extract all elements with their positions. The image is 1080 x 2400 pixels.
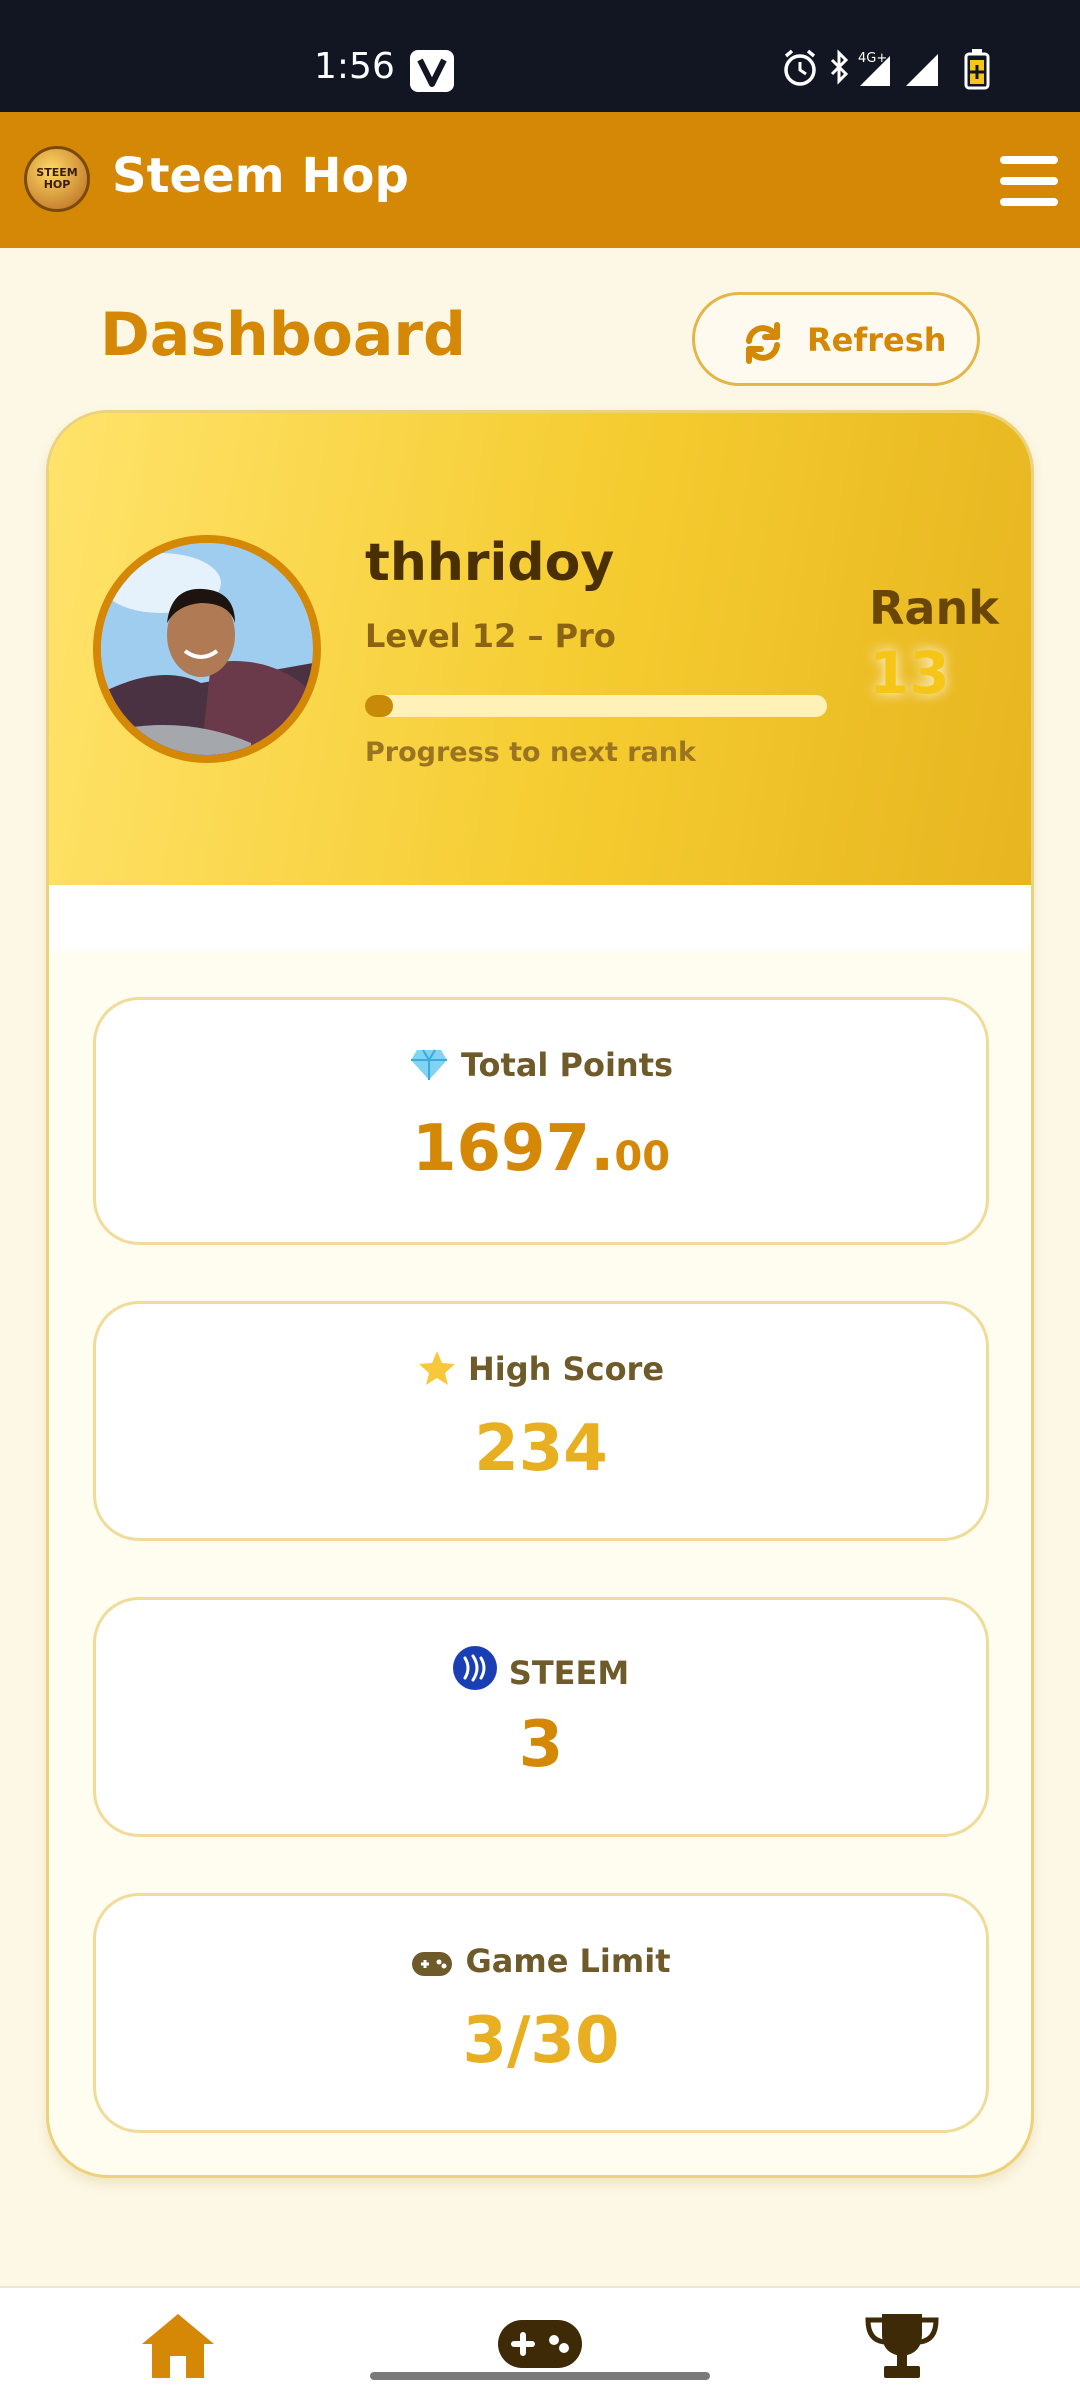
total-points-label-row: Total Points [96,1046,986,1084]
bottom-nav [0,2286,1080,2400]
trophy-icon [865,2314,939,2378]
steem-label-row: STEEM [96,1646,986,1692]
game-limit-value: 3/30 [462,2004,620,2078]
page-title: Dashboard [100,300,466,370]
refresh-label: Refresh [807,321,947,359]
app-logo[interactable]: STEEM HOP [24,146,90,212]
nav-games[interactable] [496,2318,584,2374]
progress-label: Progress to next rank [365,737,696,768]
total-points-value-decimal: 00 [614,1134,671,1180]
alarm-icon [784,49,816,86]
username: thhridoy [365,533,615,593]
avatar-image [101,543,313,755]
profile-divider-band [49,885,1031,951]
steem-label: STEEM [508,1654,630,1692]
nav-home[interactable] [138,2310,218,2386]
nav-leaderboard[interactable] [862,2310,942,2386]
gamepad-icon [498,2320,582,2368]
status-bar: 1:56 4G+ [0,0,1080,112]
total-points-card: Total Points 1697.00 [93,997,989,1245]
level-text: Level 12 – Pro [365,617,616,655]
rank-progress-fill [365,695,393,717]
star-icon [418,1351,455,1385]
home-indicator[interactable] [370,2372,710,2380]
battery-icon [964,49,990,90]
app-title: Steem Hop [112,148,409,204]
rank-value: 13 [869,639,950,707]
high-score-label: High Score [467,1350,665,1388]
app-notification-icon [410,50,454,92]
game-limit-card: Game Limit 3/30 [93,1893,989,2133]
status-icons: 4G+ [780,46,1030,92]
app-header: STEEM HOP Steem Hop [0,112,1080,248]
dashboard-card: thhridoy Level 12 – Pro Progress to next… [46,410,1034,2178]
profile-header: thhridoy Level 12 – Pro Progress to next… [49,413,1031,885]
hamburger-menu-icon[interactable] [1000,156,1058,206]
total-points-value-main: 1697. [411,1112,615,1186]
steem-value: 3 [518,1708,564,1782]
total-points-label: Total Points [460,1046,674,1084]
total-points-value: 1697.00 [96,1112,986,1186]
status-time: 1:56 [314,46,395,87]
home-icon [142,2314,214,2378]
avatar[interactable] [93,535,321,763]
steem-card: STEEM 3 [93,1597,989,1837]
rank-progress-bar [365,695,827,717]
refresh-button[interactable]: Refresh [692,292,980,386]
diamond-icon [410,1049,447,1080]
game-limit-label: Game Limit [465,1942,671,1980]
steem-icon [452,1646,497,1690]
rank-label: Rank [869,581,999,635]
game-limit-label-row: Game Limit [96,1942,986,1980]
bluetooth-icon [830,49,849,85]
high-score-value: 234 [474,1412,608,1486]
refresh-icon [746,322,780,364]
gamepad-icon [412,1952,453,1976]
high-score-card: High Score 234 [93,1301,989,1541]
high-score-label-row: High Score [96,1350,986,1388]
app-logo-text: STEEM HOP [36,166,78,191]
